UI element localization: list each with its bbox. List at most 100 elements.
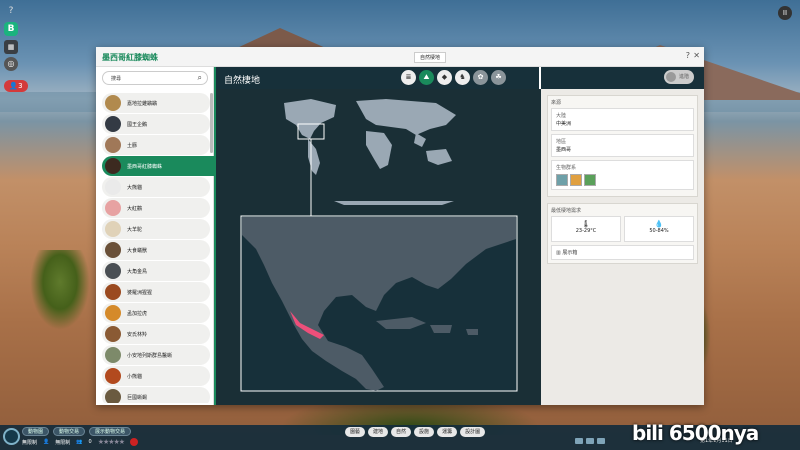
- origin-header: 來源: [551, 100, 562, 106]
- tab-trophy-icon[interactable]: ☘: [491, 70, 506, 85]
- info-panel: 進階 來源 大陸 中美洲 地區 墨西哥 生物群系 最低棲地需求 🌡 23-29°…: [541, 67, 704, 405]
- humidity-icon: 💧: [654, 220, 664, 228]
- alert-button[interactable]: [130, 438, 139, 446]
- animal-avatar: [105, 200, 121, 216]
- continent-field: 大陸 中美洲: [551, 108, 694, 131]
- continent-value: 中美洲: [556, 121, 572, 127]
- watermark: bili 6500nya: [632, 421, 759, 445]
- animal-name: 婆羅洲猩猩: [127, 289, 153, 296]
- animal-list-item[interactable]: 婆羅洲猩猩: [102, 282, 210, 302]
- menu-nature[interactable]: 自然: [391, 427, 412, 437]
- animal-list-item[interactable]: 孟加拉虎: [102, 303, 210, 323]
- animal-list-item[interactable]: 小安地列斯群島鬣蜥: [102, 345, 210, 365]
- animal-list-item[interactable]: 大羊駝: [102, 219, 210, 239]
- money-value: 無限制: [22, 439, 38, 446]
- menu-facilities[interactable]: 設施: [414, 427, 435, 437]
- animal-name: 小安地列斯群島鬣蜥: [127, 352, 173, 359]
- animal-name: 土豚: [127, 142, 138, 149]
- rating-stars: ★★★★★: [97, 438, 125, 446]
- people-icon: 👥: [76, 439, 83, 445]
- settings-icon[interactable]: ◎: [4, 57, 18, 71]
- animal-list-item[interactable]: 國王企鵝: [102, 114, 210, 134]
- animal-avatar: [105, 389, 121, 403]
- animal-list-item[interactable]: 小熊貓: [102, 366, 210, 386]
- animal-avatar: [105, 95, 121, 111]
- thermometer-icon: 🌡: [581, 220, 591, 228]
- tab-habitat[interactable]: 自然棲地: [414, 52, 446, 63]
- animal-list-item[interactable]: 大角金鳥: [102, 261, 210, 281]
- animal-avatar: [105, 368, 121, 384]
- scrollbar[interactable]: [210, 93, 213, 153]
- animal-avatar: [105, 116, 121, 132]
- speed-1[interactable]: [575, 438, 583, 444]
- world-map: [284, 99, 456, 205]
- advanced-button[interactable]: 進階: [664, 70, 694, 84]
- animal-trade-tab[interactable]: 動物交易: [53, 427, 86, 436]
- search-input[interactable]: 搜尋 ⌕: [102, 71, 208, 85]
- animal-avatar: [105, 326, 121, 342]
- exhibit-trade-tab[interactable]: 展示動物交易: [89, 427, 132, 436]
- animal-name: 安氏林羚: [127, 331, 148, 338]
- animal-info-dialog: 墨西哥紅膝蜘蛛 自然棲地 ? ✕ 搜尋 ⌕ 嘉地拉雞鶘鶘 國王企鵝 土豚 墨西哥紅膝蜘…: [96, 47, 704, 405]
- animal-list-item[interactable]: 大紅鸛: [102, 198, 210, 218]
- speed-3[interactable]: [597, 438, 605, 444]
- humidity-value: 50-84%: [649, 228, 669, 234]
- help-button[interactable]: ?: [686, 51, 690, 60]
- menu-operations[interactable]: 運籌: [437, 427, 458, 437]
- animal-name: 大角金鳥: [127, 268, 148, 275]
- biome-icon[interactable]: [570, 174, 582, 186]
- dialog-title: 墨西哥紅膝蜘蛛: [102, 53, 158, 62]
- b-button[interactable]: B: [4, 22, 18, 36]
- tab-enrichment-icon[interactable]: ◆: [437, 70, 452, 85]
- speed-2[interactable]: [586, 438, 594, 444]
- search-text: 搜尋: [111, 76, 122, 82]
- status-row: 無限制 👤 無限制 👥 0 ★★★★★: [22, 438, 139, 446]
- minimap-button[interactable]: [3, 428, 20, 445]
- tab-habitat-icon[interactable]: ⛰: [419, 70, 434, 85]
- exhibit-box: ▥ 展示箱: [551, 245, 694, 260]
- tab-paw-icon[interactable]: ✿: [473, 70, 488, 85]
- requirements-header: 最低棲地需求: [551, 208, 582, 214]
- biome-icons: [556, 174, 689, 186]
- animal-name: 大紅鸛: [127, 205, 143, 212]
- pause-icon[interactable]: II: [778, 6, 792, 20]
- grid-icon[interactable]: ▦: [4, 40, 18, 54]
- animal-list-item[interactable]: 墨西哥紅膝蜘蛛: [102, 156, 214, 176]
- animal-avatar: [105, 263, 121, 279]
- menu-landscape[interactable]: 園藝: [345, 427, 366, 437]
- menu-build[interactable]: 建地: [368, 427, 389, 437]
- animal-name: 墨西哥紅膝蜘蛛: [127, 163, 163, 170]
- biome-icon[interactable]: [556, 174, 568, 186]
- animal-avatar: [105, 347, 121, 363]
- animal-avatar: [105, 179, 121, 195]
- animal-list-item[interactable]: 大食蟻獸: [102, 240, 210, 260]
- habitat-panel: 自然棲地 ≣ ⛰ ◆ ♞ ✿ ☘: [214, 67, 541, 405]
- animal-list-item[interactable]: 嘉地拉雞鶘鶘: [102, 93, 210, 113]
- guest-icon: 👤: [43, 439, 50, 445]
- help-icon[interactable]: ?: [4, 4, 18, 18]
- close-button[interactable]: ✕: [693, 51, 700, 60]
- zoo-tab[interactable]: 動物園: [22, 427, 50, 436]
- tab-overview-icon[interactable]: ≣: [401, 70, 416, 85]
- animal-name: 國王企鵝: [127, 121, 148, 128]
- habitat-title: 自然棲地: [224, 76, 261, 86]
- person-icon: 👤: [9, 82, 19, 90]
- animal-list-item[interactable]: 大熊貓: [102, 177, 210, 197]
- search-icon[interactable]: ⌕: [198, 73, 202, 83]
- menu-blueprints[interactable]: 設計圖: [460, 427, 486, 437]
- animal-avatar: [105, 158, 121, 174]
- alert-badge[interactable]: 👤3: [4, 80, 28, 92]
- dialog-header: 墨西哥紅膝蜘蛛 自然棲地 ? ✕: [96, 47, 704, 67]
- biome-icon[interactable]: [584, 174, 596, 186]
- tab-animal-icon[interactable]: ♞: [455, 70, 470, 85]
- temperature-value: 23-29°C: [575, 228, 597, 234]
- animal-list-item[interactable]: 巨國蜥蜴: [102, 387, 210, 403]
- animal-list: 嘉地拉雞鶘鶘國王企鵝土豚墨西哥紅膝蜘蛛大熊貓大紅鸛大羊駝 大食蟻獸大角金鳥婆羅洲猩…: [96, 93, 214, 403]
- requirements-card: 最低棲地需求 🌡 23-29°C 💧 50-84% ▥ 展示箱: [547, 203, 698, 264]
- bilibili-logo: bili: [632, 421, 669, 445]
- origin-card: 來源 大陸 中美洲 地區 墨西哥 生物群系: [547, 95, 698, 197]
- animal-list-item[interactable]: 土豚: [102, 135, 210, 155]
- animal-list-item[interactable]: 安氏林羚: [102, 324, 210, 344]
- avatar-icon: [666, 72, 676, 82]
- info-tabs: ≣ ⛰ ◆ ♞ ✿ ☘: [401, 70, 506, 85]
